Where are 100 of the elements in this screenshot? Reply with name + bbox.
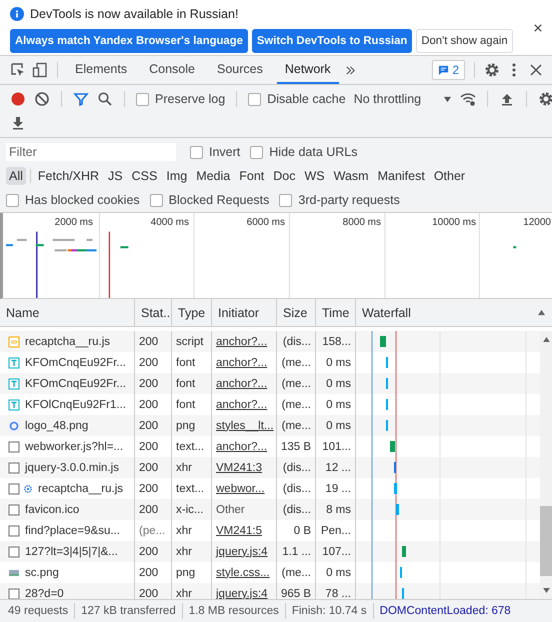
request-name[interactable]: 127?lt=3|4|5|7|&... <box>25 546 118 558</box>
request-name[interactable]: recaptcha__ru.js <box>38 482 124 494</box>
settings-icon[interactable] <box>538 91 552 107</box>
column-header[interactable]: Initiator <box>212 299 277 326</box>
checkbox-option[interactable]: 3rd-party requests <box>279 193 400 207</box>
initiator-link[interactable]: webwor... <box>216 482 265 494</box>
size-cell: 1.1 ... <box>277 541 316 562</box>
info-icon <box>10 7 24 21</box>
status-cell: 200 <box>135 541 172 562</box>
infobar-button[interactable]: Switch DevTools to Russian <box>252 29 412 53</box>
clear-icon[interactable] <box>34 91 50 107</box>
type-filter-button[interactable]: Font <box>236 167 268 185</box>
document-file-icon <box>8 524 20 536</box>
record-icon[interactable] <box>10 91 26 107</box>
font-file-icon <box>8 356 20 368</box>
request-name[interactable]: sc.png <box>25 566 59 578</box>
status-cell: 200 <box>135 499 172 520</box>
scroll-up-arrow-icon[interactable] <box>542 337 550 342</box>
time-cell: 158... <box>316 331 356 352</box>
checkbox-option[interactable]: Has blocked cookies <box>6 193 140 207</box>
filter-icon[interactable] <box>73 91 89 107</box>
initiator-link[interactable]: anchor?... <box>216 440 268 452</box>
initiator-link[interactable]: style.css... <box>216 566 270 578</box>
type-filter-button[interactable]: JS <box>105 167 126 185</box>
infobar-button[interactable]: Don't show again <box>416 29 513 53</box>
request-name[interactable]: jquery-3.0.0.min.js <box>25 462 119 474</box>
checkbox-option[interactable]: Hide data URLs <box>250 145 358 159</box>
document-file-icon <box>8 482 20 494</box>
checkbox-option[interactable]: Preserve log <box>136 92 226 106</box>
column-header[interactable]: Type <box>172 299 212 326</box>
column-header[interactable]: Time <box>316 299 356 326</box>
infobar-button[interactable]: Always match Yandex Browser's language <box>10 29 248 53</box>
request-name[interactable]: KFOmCnqEu92Fr... <box>25 356 126 368</box>
close-icon[interactable] <box>534 24 542 32</box>
type-filter-button[interactable]: WS <box>301 167 328 185</box>
column-header[interactable]: Size <box>277 299 316 326</box>
status-cell: 200 <box>135 373 172 394</box>
panel-tab[interactable]: Console <box>141 56 203 84</box>
time-cell: 0 ms <box>316 415 356 436</box>
size-cell: (dis... <box>277 499 316 520</box>
close-icon[interactable] <box>528 62 544 78</box>
throttling-dropdown[interactable]: No throttling <box>354 92 452 106</box>
time-tick-label: 12000 <box>522 217 552 228</box>
request-name[interactable]: KFOlCnqEu92Fr1... <box>25 398 126 410</box>
time-tick-label: 8000 ms <box>342 217 382 228</box>
request-name[interactable]: recaptcha__ru.js <box>25 336 110 348</box>
scroll-down-arrow-icon[interactable] <box>542 588 550 593</box>
request-name[interactable]: logo_48.png <box>25 420 88 432</box>
document-file-icon <box>8 462 20 474</box>
request-name[interactable]: favicon.ico <box>25 504 80 516</box>
column-header[interactable]: Waterfall <box>356 299 552 326</box>
network-conditions-icon[interactable] <box>460 91 476 107</box>
type-filter-button[interactable]: CSS <box>128 167 160 185</box>
type-filter-button[interactable]: Img <box>163 167 190 185</box>
initiator-link[interactable]: jquery.js:4 <box>216 588 268 599</box>
download-icon[interactable] <box>10 115 26 131</box>
initiator-link[interactable]: anchor?... <box>216 356 268 368</box>
gear-icon <box>23 484 33 494</box>
request-name[interactable]: find?place=9&su... <box>25 524 120 536</box>
type-filter-button[interactable]: Wasm <box>330 167 372 185</box>
device-toggle-icon[interactable] <box>32 62 48 78</box>
type-filter-button[interactable]: Media <box>193 167 234 185</box>
sort-ascending-icon[interactable] <box>537 309 546 316</box>
initiator-link[interactable]: VM241:5 <box>216 524 262 536</box>
initiator-link[interactable]: VM241:3 <box>216 462 262 474</box>
type-filter-button[interactable]: All <box>6 167 26 185</box>
type-filter-button[interactable]: Fetch/XHR <box>34 167 102 185</box>
status-text: 127 kB transferred <box>81 605 176 617</box>
checkbox-option[interactable]: Disable cache <box>248 92 346 106</box>
type-filter-button[interactable]: Manifest <box>374 167 428 185</box>
time-cell: 107... <box>316 541 356 562</box>
time-tick-label: 4000 ms <box>150 217 190 228</box>
scrollbar[interactable] <box>540 331 552 599</box>
time-tick-label: 2000 ms <box>54 217 94 228</box>
more-tabs-icon[interactable] <box>344 64 356 76</box>
issues-badge[interactable]: 2 <box>432 60 465 80</box>
status-text: 1.8 MB resources <box>188 605 279 617</box>
request-name[interactable]: KFOmCnqEu92Fr... <box>25 378 126 390</box>
initiator-link[interactable]: styles__lt... <box>216 420 274 432</box>
column-header[interactable]: Name <box>0 299 135 326</box>
request-name[interactable]: webworker.js?hl=... <box>25 440 124 452</box>
request-name[interactable]: 28?d=0 <box>25 588 64 599</box>
type-filter-button[interactable]: Other <box>430 167 468 185</box>
search-icon[interactable] <box>97 91 113 107</box>
document-file-icon <box>8 440 20 452</box>
initiator-link[interactable]: anchor?... <box>216 378 268 390</box>
dropdown-caret-icon <box>443 96 452 102</box>
panel-tab[interactable]: Elements <box>67 56 136 84</box>
checkbox-option[interactable]: Invert <box>190 145 240 159</box>
inspect-element-icon[interactable] <box>10 62 26 78</box>
initiator-link[interactable]: anchor?... <box>216 336 268 348</box>
checkbox-option[interactable]: Blocked Requests <box>150 193 270 207</box>
initiator-link[interactable]: jquery.js:4 <box>216 546 268 558</box>
settings-icon[interactable] <box>484 62 500 78</box>
type-filter-button[interactable]: Doc <box>270 167 298 185</box>
time-cell: 12 ... <box>316 457 356 478</box>
filter-field[interactable]: Filter <box>6 143 176 161</box>
initiator-link[interactable]: anchor?... <box>216 398 268 410</box>
panel-tab[interactable]: Sources <box>208 56 271 84</box>
column-header[interactable]: Stat... <box>135 299 172 326</box>
